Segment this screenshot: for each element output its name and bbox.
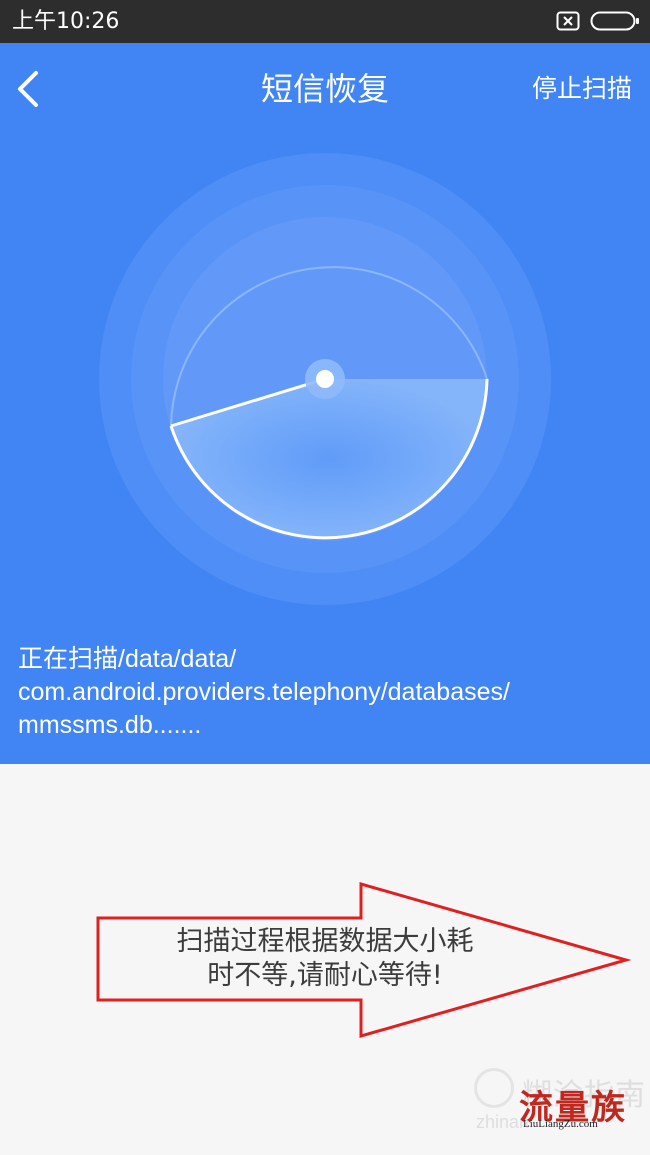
scan-status-line: mmssms.db....... — [18, 711, 202, 739]
sim-off-icon — [556, 11, 580, 31]
radar-scan-icon — [99, 153, 551, 605]
battery-icon — [590, 11, 639, 31]
brand-watermark: 流量族 LiuLiangZu.com — [515, 1080, 640, 1140]
scan-status-line: com.android.providers.telephony/database… — [18, 678, 510, 706]
status-time: 上午10:26 — [12, 9, 120, 34]
scan-status-line: 正在扫描/data/data/ — [18, 645, 237, 673]
status-bar: 上午10:26 — [0, 0, 650, 43]
scan-header: 短信恢复 停止扫描 正在扫描/data/data/ com.android.pr… — [0, 43, 650, 764]
watermark-logo-icon — [474, 1068, 514, 1108]
annotation-line: 时不等,请耐心等待! — [207, 960, 443, 991]
scan-status-text: 正在扫描/data/data/ com.android.providers.te… — [18, 643, 638, 742]
annotation-line: 扫描过程根据数据大小耗 — [176, 926, 474, 957]
annotation-note: 扫描过程根据数据大小耗 时不等,请耐心等待! — [120, 925, 530, 993]
stop-scan-button[interactable]: 停止扫描 — [532, 73, 632, 105]
brand-site: LiuLiangZu.com — [523, 1118, 598, 1130]
